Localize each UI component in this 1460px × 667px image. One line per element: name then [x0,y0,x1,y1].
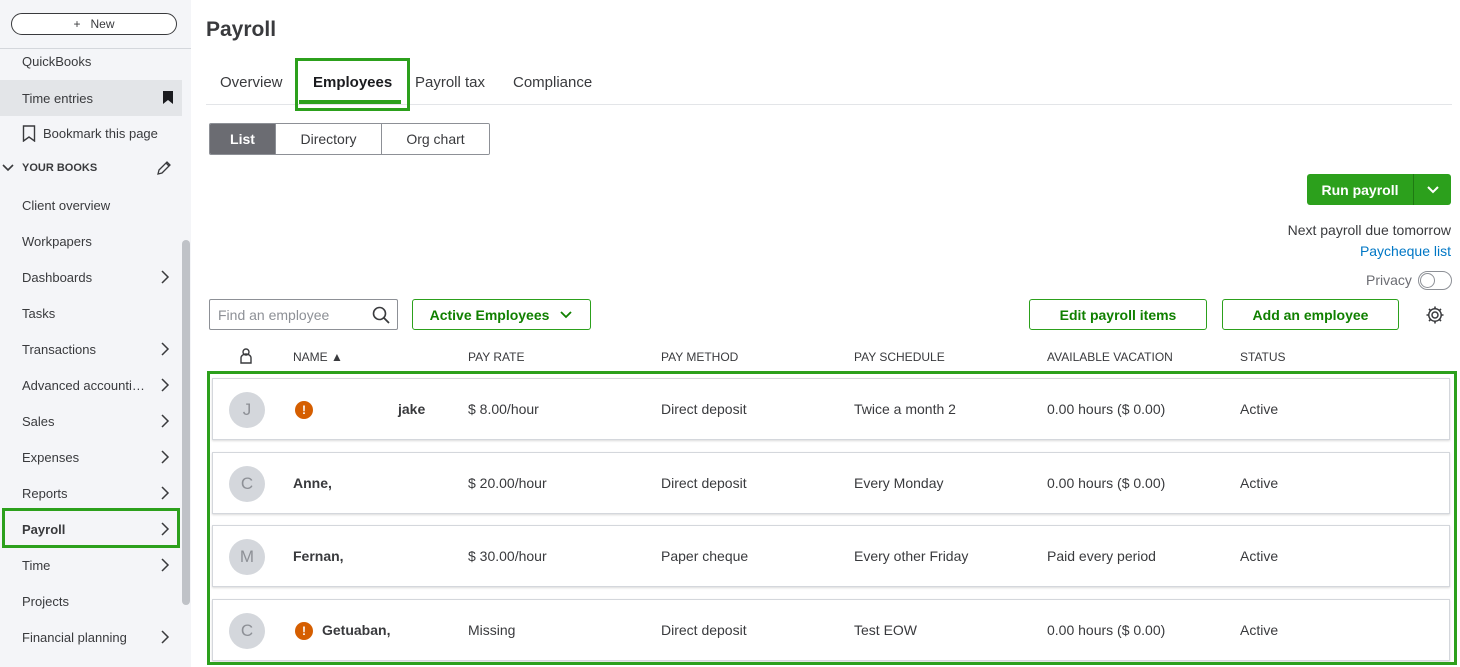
search-icon[interactable] [372,306,390,324]
sidebar-item-label: Expenses [22,449,80,465]
payroll-highlight-box [2,508,180,548]
sidebar-item-quickbooks[interactable]: QuickBooks [0,43,182,79]
sidebar-item-label: Tasks [22,305,56,321]
sidebar-item-label: Projects [22,593,69,609]
run-payroll-split-button: Run payroll [1307,174,1451,205]
toggle-knob [1420,273,1435,288]
sidebar-item-time-entries[interactable]: Time entries [0,80,182,116]
column-header-name[interactable]: NAME ▲ [293,350,343,364]
search-input[interactable] [216,305,366,325]
view-org-chart-button[interactable]: Org chart [382,124,489,154]
chevron-right-icon [161,414,170,428]
sidebar-item-transactions[interactable]: Transactions [0,331,182,367]
chevron-right-icon [161,630,170,644]
edit-payroll-items-button[interactable]: Edit payroll items [1029,299,1207,330]
chevron-right-icon [161,378,170,392]
chevron-right-icon [161,342,170,356]
chevron-right-icon [161,486,170,500]
sidebar-item-dashboards[interactable]: Dashboards [0,259,182,295]
sidebar-item-expenses[interactable]: Expenses [0,439,182,475]
tab-overview[interactable]: Overview [220,74,283,91]
employee-search [209,299,398,330]
tab-payroll-tax[interactable]: Payroll tax [415,74,485,91]
sidebar-item-bookmark-page[interactable]: Bookmark this page [0,115,182,151]
view-switcher: List Directory Org chart [209,123,490,155]
sidebar-item-reports[interactable]: Reports [0,475,182,511]
chevron-right-icon [161,450,170,464]
chevron-down-icon [2,164,14,172]
section-label: YOUR BOOKS [22,162,98,174]
view-directory-button[interactable]: Directory [276,124,382,154]
new-button-label: New [90,17,115,31]
bookmark-outline-icon [22,124,36,142]
sidebar-item-client-overview[interactable]: Client overview [0,187,182,223]
sidebar-item-label: Client overview [22,197,111,213]
sidebar-item-time[interactable]: Time [0,547,182,583]
column-header-pay-schedule[interactable]: PAY SCHEDULE [854,350,945,364]
sidebar-item-label: Advanced accounti… [22,377,145,393]
filter-label: Active Employees [429,306,550,323]
sidebar-item-projects[interactable]: Projects [0,583,182,619]
employees-tab-highlight-box [295,58,410,111]
left-sidebar: + New QuickBooks Time entries Bookmark t… [0,0,191,667]
sidebar-item-label: Time [22,557,51,573]
view-list-button[interactable]: List [210,124,276,154]
paycheque-list-link[interactable]: Paycheque list [1360,243,1451,259]
sidebar-scrollbar[interactable] [182,240,190,605]
person-column-icon [240,348,252,364]
bookmark-filled-icon[interactable] [163,91,173,104]
chevron-down-icon [560,310,573,318]
sidebar-item-label: Bookmark this page [43,125,158,141]
chevron-right-icon [161,558,170,572]
column-header-pay-rate[interactable]: PAY RATE [468,350,524,364]
sidebar-item-workpapers[interactable]: Workpapers [0,223,182,259]
section-your-books[interactable]: YOUR BOOKS [0,152,182,184]
privacy-toggle[interactable] [1418,271,1452,290]
sidebar-item-label: Dashboards [22,269,93,285]
add-employee-button[interactable]: Add an employee [1222,299,1399,330]
run-payroll-button[interactable]: Run payroll [1307,174,1414,205]
sidebar-item-tasks[interactable]: Tasks [0,295,182,331]
sidebar-item-label: QuickBooks [22,53,92,69]
next-payroll-due-text: Next payroll due tomorrow [1287,222,1451,238]
sidebar-item-label: Sales [22,413,55,429]
column-header-pay-method[interactable]: PAY METHOD [661,350,738,364]
employee-filter-dropdown[interactable]: Active Employees [412,299,591,330]
sidebar-item-advanced-accounting[interactable]: Advanced accounti… [0,367,182,403]
gear-icon[interactable] [1425,305,1445,325]
sidebar-item-label: Reports [22,485,68,501]
new-button[interactable]: + New [11,13,177,35]
sidebar-item-label: Transactions [22,341,96,357]
chevron-right-icon [161,270,170,284]
tab-compliance[interactable]: Compliance [513,74,592,91]
employee-rows-highlight-box [207,371,1457,665]
sidebar-item-sales[interactable]: Sales [0,403,182,439]
page-title: Payroll [206,18,277,41]
sidebar-item-financial-planning[interactable]: Financial planning [0,619,182,655]
sidebar-item-label: Time entries [22,90,94,106]
chevron-down-icon [1426,185,1439,193]
run-payroll-dropdown[interactable] [1414,174,1451,205]
privacy-label: Privacy [1366,272,1412,288]
plus-icon: + [73,17,81,31]
sidebar-item-label: Financial planning [22,629,127,645]
column-header-available-vacation[interactable]: AVAILABLE VACATION [1047,350,1173,364]
pencil-icon[interactable] [156,160,172,176]
sidebar-item-label: Workpapers [22,233,92,249]
column-header-status[interactable]: STATUS [1240,350,1286,364]
